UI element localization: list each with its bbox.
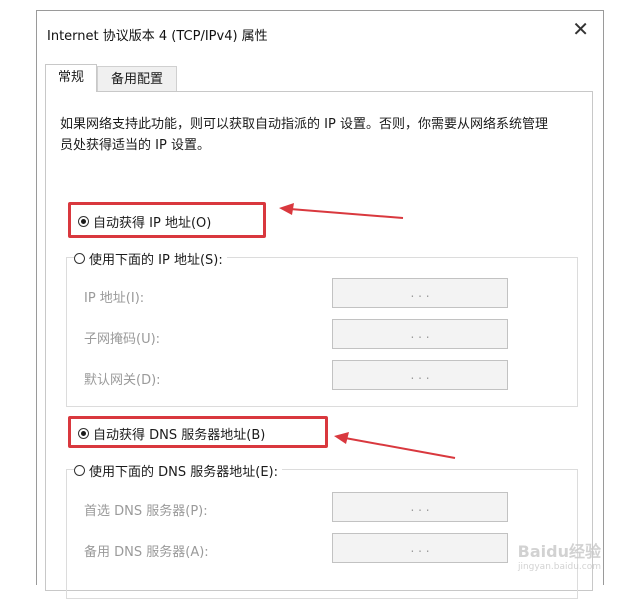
ip-auto-radio[interactable] [78,216,89,227]
ip-manual-label: 使用下面的 IP 地址(S): [89,253,223,268]
alternate-dns-value: . . . [410,541,430,555]
general-panel: 如果网络支持此功能，则可以获取自动指派的 IP 设置。否则，你需要从网络系统管理… [45,91,593,599]
description-text: 如果网络支持此功能，则可以获取自动指派的 IP 设置。否则，你需要从网络系统管理… [60,117,548,153]
ip-manual-radio[interactable] [74,253,85,264]
preferred-dns-input[interactable]: . . . [332,492,508,522]
dns-auto-label: 自动获得 DNS 服务器地址(B) [93,428,266,443]
window-title: Internet 协议版本 4 (TCP/IPv4) 属性 [47,29,268,44]
watermark-brand: Baidu经验 [517,542,601,561]
preferred-dns-value: . . . [410,500,430,514]
watermark-url: jingyan.baidu.com [517,562,601,572]
tab-general[interactable]: 常规 [45,64,97,92]
ip-auto-label: 自动获得 IP 地址(O) [93,216,212,231]
ip-auto-option[interactable]: 自动获得 IP 地址(O) [78,212,216,231]
default-gateway-input[interactable]: . . . [332,360,508,390]
dns-manual-label: 使用下面的 DNS 服务器地址(E): [89,465,278,480]
subnet-mask-label: 子网掩码(U): [84,332,161,347]
preferred-dns-label: 首选 DNS 服务器(P): [84,504,208,519]
dns-manual-option[interactable]: 使用下面的 DNS 服务器地址(E): [74,461,282,480]
alternate-dns-input[interactable]: . . . [332,533,508,563]
default-gateway-value: . . . [410,368,430,382]
alternate-dns-label: 备用 DNS 服务器(A): [84,545,209,560]
ip-manual-option[interactable]: 使用下面的 IP 地址(S): [74,249,227,268]
dns-auto-radio[interactable] [78,428,89,439]
dns-auto-option[interactable]: 自动获得 DNS 服务器地址(B) [78,424,270,443]
ip-address-label: IP 地址(I): [84,291,145,306]
subnet-mask-value: . . . [410,327,430,341]
subnet-mask-input[interactable]: . . . [332,319,508,349]
ip-address-input[interactable]: . . . [332,278,508,308]
ip-address-value: . . . [410,286,430,300]
properties-dialog: Internet 协议版本 4 (TCP/IPv4) 属性 ✕ 常规 备用配置 … [36,10,604,599]
tab-alternate-config[interactable]: 备用配置 [97,66,177,92]
dns-manual-radio[interactable] [74,465,85,476]
default-gateway-label: 默认网关(D): [84,373,161,388]
baidu-watermark: Baidu经验 jingyan.baidu.com [518,538,601,572]
close-icon[interactable]: ✕ [572,19,589,39]
